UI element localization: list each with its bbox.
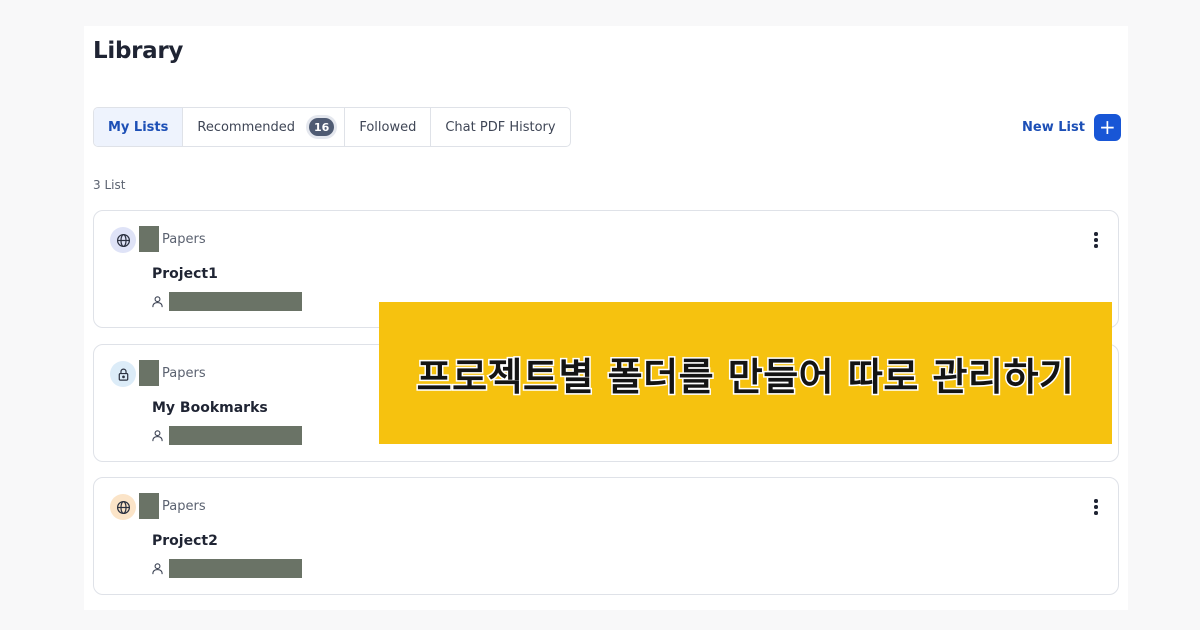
overlay-caption-banner: 프로젝트별 폴더를 만들어 따로 관리하기	[379, 302, 1112, 444]
page-title: Library	[93, 38, 184, 64]
new-list-button[interactable]: New List +	[1022, 113, 1121, 141]
user-icon	[152, 430, 163, 442]
tab-followed-label: Followed	[359, 119, 417, 135]
banner-caption: 프로젝트별 폴더를 만들어 따로 관리하기	[415, 353, 1075, 400]
tab-my-lists-label: My Lists	[108, 119, 169, 135]
paper-count-label: Papers	[162, 499, 206, 514]
list-title[interactable]: Project1	[152, 266, 218, 282]
paper-count-label: Papers	[162, 366, 206, 381]
lock-icon	[110, 361, 136, 387]
redacted-count	[139, 493, 159, 519]
globe-icon	[110, 494, 136, 520]
redacted-count	[139, 360, 159, 386]
plus-icon[interactable]: +	[1093, 113, 1121, 141]
redacted-owner	[169, 426, 302, 445]
tab-chat-pdf-history[interactable]: Chat PDF History	[430, 108, 569, 146]
new-list-label: New List	[1022, 119, 1085, 135]
tab-recommended-label: Recommended	[197, 119, 295, 135]
tab-bar: My Lists Recommended 16 Followed Chat PD…	[93, 107, 571, 147]
more-vertical-icon[interactable]	[1088, 231, 1104, 249]
tab-chat-pdf-history-label: Chat PDF History	[445, 119, 556, 135]
tab-recommended[interactable]: Recommended 16	[182, 108, 344, 146]
recommended-count-badge: 16	[309, 118, 335, 136]
tab-followed[interactable]: Followed	[344, 108, 430, 146]
list-card-project2[interactable]: Papers Project2	[93, 477, 1119, 595]
user-icon	[152, 296, 163, 308]
redacted-owner	[169, 559, 302, 578]
list-title[interactable]: Project2	[152, 533, 218, 549]
list-title[interactable]: My Bookmarks	[152, 400, 268, 416]
redacted-owner	[169, 292, 302, 311]
globe-icon	[110, 227, 136, 253]
tab-my-lists[interactable]: My Lists	[94, 108, 183, 146]
redacted-count	[139, 226, 159, 252]
more-vertical-icon[interactable]	[1088, 498, 1104, 516]
user-icon	[152, 563, 163, 575]
paper-count-label: Papers	[162, 232, 206, 247]
list-count: 3 List	[93, 178, 126, 192]
